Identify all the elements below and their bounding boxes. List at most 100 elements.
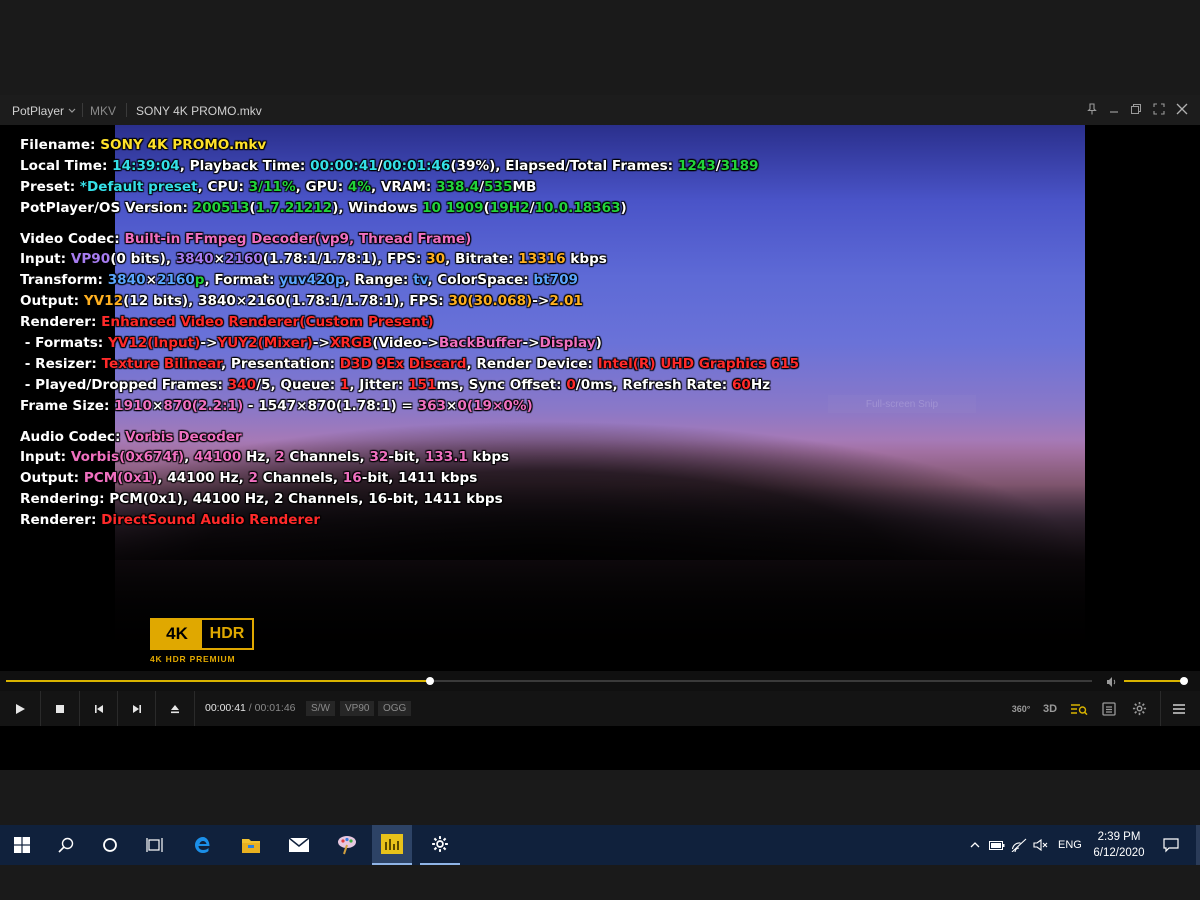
osd-renderer: Renderer: Enhanced Video Renderer(Custom… — [20, 314, 434, 331]
file-title: SONY 4K PROMO.mkv — [136, 104, 262, 118]
edge-taskbar-app[interactable] — [180, 825, 226, 865]
gear-icon — [1132, 701, 1146, 716]
edge-icon — [195, 837, 210, 853]
network-status[interactable] — [1008, 825, 1030, 865]
osd-info-overlay: Filename: SONY 4K PROMO.mkv Local Time: … — [20, 135, 799, 531]
next-button[interactable] — [118, 691, 155, 726]
windows-taskbar: ENG 2:39 PM 6/12/2020 — [0, 825, 1200, 865]
playlist-search-icon — [1071, 703, 1088, 715]
list-box-icon — [1102, 701, 1116, 716]
osd-input: Input: VP90(0 bits), 3840×2160(1.78:1/1.… — [20, 251, 607, 268]
osd-audio-input: Input: Vorbis(0x674f), 44100 Hz, 2 Chann… — [20, 449, 510, 466]
eject-icon — [171, 704, 179, 713]
osd-audio-codec: Audio Codec: Vorbis Decoder — [20, 428, 242, 445]
mail-icon — [288, 837, 310, 852]
decoder-tag[interactable]: S/W — [306, 701, 335, 716]
osd-output: Output: YV12(12 bits), 3840×2160(1.78:1/… — [20, 293, 583, 310]
show-hidden-icons[interactable] — [964, 825, 986, 865]
volume-status[interactable] — [1030, 825, 1052, 865]
osd-filename: Filename: SONY 4K PROMO.mkv — [20, 137, 267, 153]
osd-formats: - Formats: YV12(Input)->YUY2(Mixer)->XRG… — [20, 335, 602, 352]
stop-button[interactable] — [41, 691, 79, 726]
skip-previous-icon — [94, 704, 103, 713]
seek-bar[interactable] — [6, 677, 1092, 685]
file-explorer-taskbar-app[interactable] — [228, 825, 274, 865]
settings-button[interactable] — [1126, 691, 1152, 726]
fullscreen-icon[interactable] — [1148, 98, 1170, 120]
volume-mute-icon — [1033, 838, 1048, 852]
restore-icon[interactable] — [1125, 98, 1147, 120]
volume-slider[interactable] — [1124, 677, 1188, 685]
time-display: 00:00:41 / 00:01:46 — [205, 702, 296, 714]
osd-played-dropped: - Played/Dropped Frames: 340/5, Queue: 1… — [20, 376, 771, 393]
app-menu-label[interactable]: PotPlayer — [12, 104, 64, 118]
action-center-button[interactable] — [1156, 825, 1186, 865]
time-separator: / — [248, 702, 252, 714]
seek-handle[interactable] — [425, 677, 434, 685]
battery-status[interactable] — [986, 825, 1008, 865]
previous-button[interactable] — [80, 691, 117, 726]
cortana-circle-icon — [103, 838, 117, 852]
chevron-down-icon[interactable] — [68, 104, 76, 118]
search-icon — [58, 837, 74, 853]
seek-row — [0, 671, 1200, 691]
osd-audio-output: Output: PCM(0x1), 44100 Hz, 2 Channels, … — [20, 470, 478, 487]
chevron-up-icon — [970, 842, 980, 848]
snip-hint: Full-screen Snip — [828, 395, 976, 413]
clock-time: 2:39 PM — [1097, 831, 1141, 843]
close-icon[interactable] — [1171, 98, 1193, 120]
settings-taskbar-app[interactable] — [420, 825, 460, 865]
volume-fill — [1124, 680, 1184, 682]
notification-icon — [1163, 838, 1179, 853]
logo-hdr: HDR — [209, 625, 245, 642]
osd-audio-renderer: Renderer: DirectSound Audio Renderer — [20, 512, 321, 529]
clock-date: 6/12/2020 — [1093, 847, 1145, 859]
paint-icon — [338, 836, 356, 855]
mail-taskbar-app[interactable] — [276, 825, 322, 865]
paint-taskbar-app[interactable] — [324, 825, 370, 865]
osd-frame-size: Frame Size: 1910×870(2.2:1) - 1547×870(1… — [20, 397, 533, 414]
windows-logo-icon — [14, 837, 30, 853]
total-time: 00:01:46 — [254, 702, 296, 714]
hamburger-icon — [1173, 703, 1185, 714]
osd-resizer: - Resizer: Texture Bilinear, Presentatio… — [20, 355, 800, 372]
seek-bar-fill — [6, 680, 430, 682]
play-icon — [16, 703, 25, 714]
osd-version: PotPlayer/OS Version: 200513(1.7.21212),… — [20, 199, 627, 216]
format-label: MKV — [90, 104, 117, 118]
stop-icon — [56, 704, 64, 713]
settings-gear-icon — [432, 836, 448, 852]
eject-button[interactable] — [156, 691, 194, 726]
menu-button[interactable] — [1166, 691, 1192, 726]
wifi-icon — [1011, 838, 1027, 852]
search-button[interactable] — [44, 825, 88, 865]
control-bar: 00:00:41 / 00:01:46 S/W VP90 OGG 360° 3D — [0, 691, 1200, 726]
pin-icon[interactable] — [1081, 98, 1103, 120]
folder-icon — [242, 839, 260, 853]
3d-button[interactable]: 3D — [1038, 691, 1062, 726]
clock[interactable]: 2:39 PM 6/12/2020 — [1084, 829, 1154, 861]
task-view-icon — [146, 838, 163, 852]
audio-codec-tag[interactable]: OGG — [378, 701, 412, 716]
language-indicator[interactable]: ENG — [1058, 839, 1082, 851]
title-bar: PotPlayer MKV SONY 4K PROMO.mkv — [0, 95, 1200, 125]
show-desktop-button[interactable] — [1196, 825, 1200, 865]
video-codec-tag[interactable]: VP90 — [340, 701, 375, 716]
osd-local-time: Local Time: 14:39:04, Playback Time: 00:… — [20, 157, 759, 174]
potplayer-taskbar-app[interactable] — [372, 825, 412, 865]
play-button[interactable] — [0, 691, 40, 726]
360-button[interactable]: 360° — [1008, 691, 1034, 726]
current-time: 00:00:41 — [205, 702, 246, 714]
potplayer-window: PotPlayer MKV SONY 4K PROMO.mkv Full-scr… — [0, 95, 1200, 865]
osd-transform: Transform: 3840×2160p, Format: yuv420p, … — [20, 272, 579, 289]
task-view-button[interactable] — [132, 825, 178, 865]
start-button[interactable] — [0, 825, 44, 865]
chapter-button[interactable] — [1096, 691, 1122, 726]
cortana-button[interactable] — [88, 825, 132, 865]
minimize-icon[interactable] — [1103, 98, 1125, 120]
osd-video-codec: Video Codec: Built-in FFmpeg Decoder(vp9… — [20, 230, 472, 247]
logo-4k: 4K — [152, 620, 202, 648]
volume-handle[interactable] — [1180, 677, 1188, 685]
osd-preset: Preset: *Default preset, CPU: 3/11%, GPU… — [20, 178, 537, 195]
playlist-search-button[interactable] — [1066, 691, 1092, 726]
